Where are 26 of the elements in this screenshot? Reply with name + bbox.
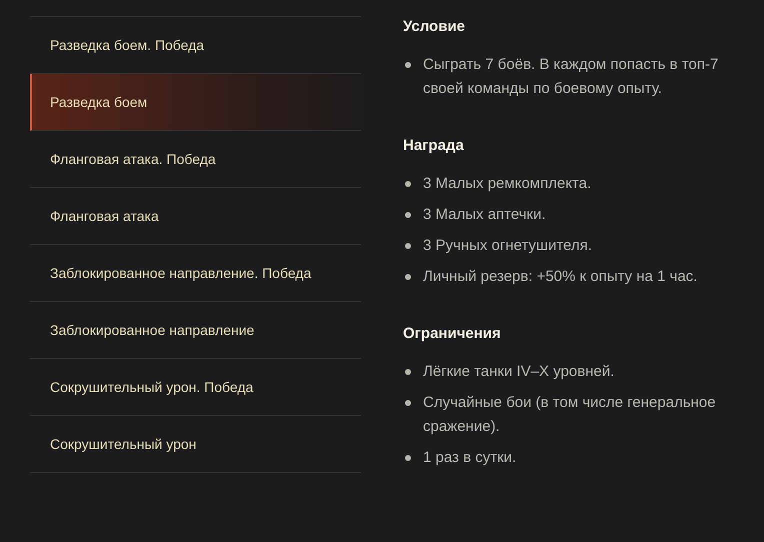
- list-text: Лёгкие танки IV–X уровней.: [423, 362, 614, 382]
- list-text: Случайные бои (в том числе генеральное сражение).: [423, 393, 717, 437]
- mission-tab[interactable]: Фланговая атака: [30, 188, 361, 245]
- list-text: Сыграть 7 боёв. В каждом попасть в топ-7 своей команды по боевому опыту.: [423, 55, 720, 99]
- mission-tab[interactable]: Разведка боем: [30, 74, 361, 131]
- mission-tab[interactable]: Заблокированное направление: [30, 302, 361, 359]
- bullet-icon: [405, 212, 411, 218]
- list-text: 1 раз в сутки.: [423, 448, 516, 468]
- bullet-icon: [405, 181, 411, 187]
- mission-tab[interactable]: Заблокированное направление. Победа: [30, 245, 361, 302]
- mission-tab[interactable]: Сокрушительный урон. Победа: [30, 359, 361, 416]
- list-text: 3 Малых аптечки.: [423, 205, 546, 225]
- section-heading: Условие: [403, 18, 466, 35]
- section-heading: Ограничения: [403, 325, 502, 342]
- bullet-icon: [405, 274, 411, 280]
- bullet-icon: [405, 62, 411, 68]
- mission-tab[interactable]: Сокрушительный урон: [30, 416, 361, 473]
- list-text: 3 Ручных огнетушителя.: [423, 236, 592, 256]
- mission-tab[interactable]: Фланговая атака. Победа: [30, 131, 361, 188]
- bullet-icon: [405, 243, 411, 249]
- section-heading: Награда: [403, 137, 465, 154]
- bullet-icon: [405, 400, 411, 406]
- list-text: 3 Малых ремкомплекта.: [423, 174, 592, 194]
- bullet-icon: [405, 369, 411, 375]
- bullet-icon: [405, 455, 411, 461]
- list-text: Личный резерв: +50% к опыту на 1 час.: [423, 267, 698, 287]
